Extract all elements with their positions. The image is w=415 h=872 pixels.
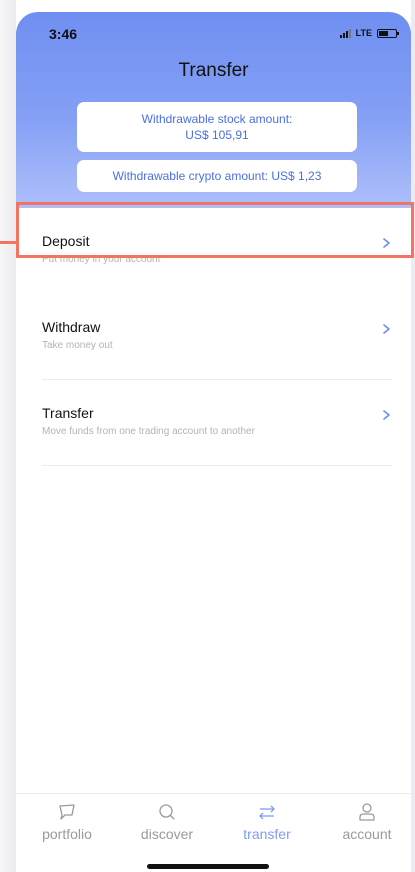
transfer-header: 3:46 LTE Transfer Withdrawable stock amo… (16, 12, 411, 208)
row-divider (42, 465, 392, 466)
option-transfer[interactable]: Transfer Move funds from one trading acc… (42, 380, 392, 466)
highlight-pointer (0, 241, 16, 244)
phone-frame-left (0, 0, 16, 872)
chevron-right-icon (383, 410, 390, 420)
stock-amount-value: US$ 105,91 (185, 128, 249, 142)
app-screen: 3:46 LTE Transfer Withdrawable stock amo… (16, 12, 411, 872)
option-subtitle: Take money out (42, 340, 113, 351)
battery-icon (377, 28, 399, 38)
option-title: Withdraw (42, 319, 101, 335)
phone-frame-right (411, 0, 415, 872)
tab-account[interactable]: account (322, 802, 412, 842)
home-indicator (147, 864, 269, 869)
bottom-tab-bar: portfolio discover transfer account (16, 793, 411, 872)
option-subtitle: Move funds from one trading account to a… (42, 426, 255, 437)
option-withdraw[interactable]: Withdraw Take money out (42, 294, 392, 380)
tab-transfer[interactable]: transfer (222, 802, 312, 842)
page: 3:46 LTE Transfer Withdrawable stock amo… (0, 0, 415, 872)
tab-label: transfer (243, 826, 291, 842)
deposit-highlight-box (16, 202, 414, 258)
network-type: LTE (355, 28, 372, 38)
tab-label: portfolio (42, 826, 92, 842)
page-title: Transfer (178, 60, 249, 81)
signal-icon (339, 28, 351, 38)
withdrawable-crypto-amount: Withdrawable crypto amount: US$ 1,23 (77, 160, 357, 192)
status-time: 3:46 (49, 26, 78, 42)
portfolio-icon (59, 804, 75, 820)
search-icon (159, 804, 175, 820)
chevron-right-icon (383, 324, 390, 334)
tab-label: account (342, 826, 392, 842)
person-icon (359, 803, 375, 821)
stock-amount-label: Withdrawable stock amount: (141, 112, 293, 126)
option-title: Transfer (42, 405, 94, 421)
status-indicators: LTE (339, 28, 399, 38)
tab-discover[interactable]: discover (122, 802, 212, 842)
tab-portfolio[interactable]: portfolio (22, 802, 112, 842)
withdrawable-stock-amount: Withdrawable stock amount: US$ 105,91 (77, 102, 357, 152)
transfer-arrows-icon (259, 805, 275, 820)
tab-label: discover (140, 826, 194, 842)
crypto-amount-text: Withdrawable crypto amount: US$ 1,23 (112, 169, 322, 183)
